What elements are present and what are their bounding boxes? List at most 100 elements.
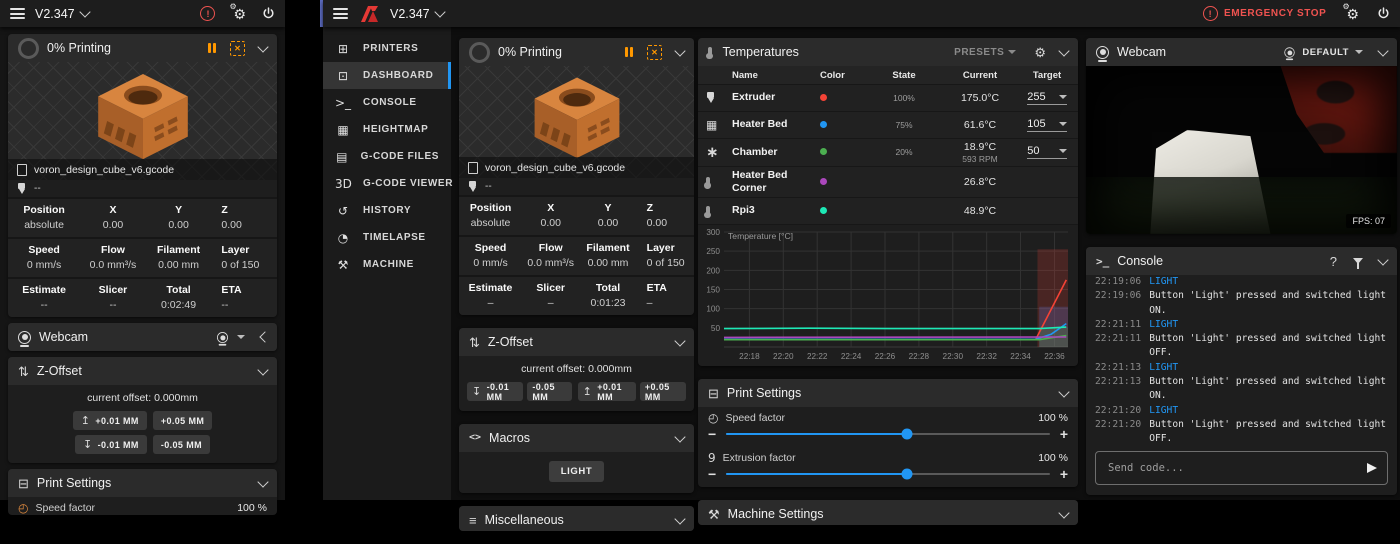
cancel-print-button[interactable]: ✕ xyxy=(647,45,662,60)
sidebar-item-icon: ▦ xyxy=(335,123,351,137)
pause-button[interactable] xyxy=(625,47,633,57)
send-code-input[interactable] xyxy=(1106,461,1359,475)
gear-icon[interactable]: ⚙ xyxy=(1034,46,1046,59)
collapse-chevron-icon[interactable] xyxy=(1377,254,1388,265)
power-icon[interactable] xyxy=(262,7,275,20)
collapse-chevron-icon[interactable] xyxy=(257,41,268,52)
sidebar-item[interactable]: >_ CONSOLE xyxy=(323,89,451,116)
collapse-chevron-icon[interactable] xyxy=(674,431,685,442)
stat-label: Position xyxy=(10,204,78,216)
presets-dropdown[interactable]: PRESETS xyxy=(954,47,1016,58)
left-app-window: V2.347 ! ⚙ 0% Printing ✕ xyxy=(0,0,285,500)
stat-value: -- xyxy=(10,299,78,311)
slider-track[interactable] xyxy=(726,433,1050,436)
emergency-stop-button[interactable]: ! EMERGENCY STOP xyxy=(1203,6,1327,21)
caret-down-icon xyxy=(1059,149,1067,153)
slider-track[interactable] xyxy=(726,473,1050,476)
console-log-line: 22:21:20 Button 'Light' pressed and swit… xyxy=(1095,418,1388,443)
z-down-large-button[interactable]: -0.05 MM xyxy=(153,435,210,454)
z-offset-icon: ⇅ xyxy=(469,336,480,349)
target-select[interactable]: 255 xyxy=(1027,91,1067,105)
z-up-large-button[interactable]: +0.05 MM xyxy=(640,382,686,401)
sidebar-item-label: G-CODE VIEWER xyxy=(363,178,453,189)
slider-thumb[interactable] xyxy=(902,429,913,440)
z-offset-icon: ⇅ xyxy=(18,365,29,378)
collapse-chevron-icon[interactable] xyxy=(1377,45,1388,56)
sidebar-item[interactable]: ◔ TIMELAPSE xyxy=(323,224,451,251)
increase-button[interactable]: + xyxy=(1060,469,1068,479)
decrease-button[interactable]: − xyxy=(708,429,716,439)
caret-down-icon[interactable] xyxy=(237,335,245,339)
series-color-dot[interactable] xyxy=(820,148,827,155)
increase-button[interactable]: + xyxy=(1060,429,1068,439)
svg-text:200: 200 xyxy=(706,266,720,275)
gear-icon[interactable]: ⚙ xyxy=(1346,7,1359,21)
sidebar-item[interactable]: ▤ G-CODE FILES xyxy=(323,143,451,170)
collapse-chevron-icon[interactable] xyxy=(674,45,685,56)
series-color-dot[interactable] xyxy=(820,178,827,185)
stat-label: Slicer xyxy=(524,282,577,294)
pause-button[interactable] xyxy=(208,43,216,53)
sidebar-item[interactable]: ⊡ DASHBOARD xyxy=(323,62,451,89)
z-up-large-button[interactable]: +0.05 MM xyxy=(153,411,212,430)
cancel-print-button[interactable]: ✕ xyxy=(230,41,245,56)
series-color-dot[interactable] xyxy=(820,121,827,128)
sidebar-item[interactable]: ↺ HISTORY xyxy=(323,197,451,224)
z-down-small-button[interactable]: ↧ -0.01 MM xyxy=(467,382,523,401)
collapse-chevron-icon[interactable] xyxy=(257,364,268,375)
webcam-icon xyxy=(18,331,31,344)
send-icon[interactable] xyxy=(1367,463,1377,473)
collapse-chevron-icon[interactable] xyxy=(257,476,268,487)
collapse-chevron-icon[interactable] xyxy=(674,513,685,524)
collapse-chevron-left-icon[interactable] xyxy=(259,331,270,342)
printer-version-select[interactable]: V2.347 xyxy=(390,7,444,21)
machine-settings-title: Machine Settings xyxy=(728,507,824,521)
z-up-small-button[interactable]: ↥ +0.01 MM xyxy=(578,382,636,401)
macros-title: Macros xyxy=(489,431,530,445)
webcam-source-select[interactable]: DEFAULT xyxy=(1283,46,1363,59)
webcam-icon xyxy=(1096,46,1109,59)
console-log-line: 22:21:11 Button 'Light' pressed and swit… xyxy=(1095,332,1388,361)
collapse-chevron-icon[interactable] xyxy=(1058,507,1069,518)
menu-icon[interactable] xyxy=(10,8,25,19)
slider-thumb[interactable] xyxy=(902,469,913,480)
webcam-title: Webcam xyxy=(1117,45,1166,59)
macro-light-button[interactable]: LIGHT xyxy=(549,461,605,482)
z-down-large-button[interactable]: -0.05 MM xyxy=(527,382,571,401)
arrow-down-bar-icon: ↧ xyxy=(472,385,482,398)
sidebar-item[interactable]: ▦ HEIGHTMAP xyxy=(323,116,451,143)
z-up-small-button[interactable]: ↥ +0.01 MM xyxy=(73,411,147,430)
series-color-dot[interactable] xyxy=(820,94,827,101)
console-log[interactable]: 22:19:06 LIGHT 22:19:06 Button 'Light' p… xyxy=(1086,275,1397,443)
svg-text:22:22: 22:22 xyxy=(807,352,828,361)
menu-icon[interactable] xyxy=(333,8,348,19)
sidebar-item[interactable]: 3D G-CODE VIEWER xyxy=(323,170,451,197)
nozzle-icon xyxy=(468,181,477,193)
decrease-button[interactable]: − xyxy=(708,469,716,479)
collapse-chevron-icon[interactable] xyxy=(1058,386,1069,397)
print-status-title: 0% Printing xyxy=(47,41,111,55)
filter-icon[interactable] xyxy=(1353,258,1363,264)
power-icon[interactable] xyxy=(1377,7,1390,20)
sidebar-item-icon: >_ xyxy=(335,96,351,110)
gcode-preview-image: voron_design_cube_v6.gcode xyxy=(459,66,694,178)
stat-value: – xyxy=(647,297,692,309)
collapse-chevron-icon[interactable] xyxy=(674,335,685,346)
collapse-chevron-icon[interactable] xyxy=(1058,45,1069,56)
emergency-stop-icon[interactable]: ! xyxy=(200,6,215,21)
series-color-dot[interactable] xyxy=(820,207,827,214)
help-icon[interactable]: ? xyxy=(1330,255,1337,268)
gear-icon[interactable]: ⚙ xyxy=(233,7,246,21)
sidebar-item[interactable]: ⊞ PRINTERS xyxy=(323,35,451,62)
sensor-icon xyxy=(706,177,710,187)
sidebar-item[interactable]: ⚒ MACHINE xyxy=(323,251,451,278)
svg-text:250: 250 xyxy=(706,247,720,256)
printer-version-select[interactable]: V2.347 xyxy=(35,7,89,21)
webcam-source-icon[interactable] xyxy=(217,331,228,342)
log-timestamp: 22:19:06 xyxy=(1095,289,1141,318)
stat-label: Y xyxy=(581,202,634,214)
log-message: LIGHT xyxy=(1149,275,1178,289)
z-down-small-button[interactable]: ↧ -0.01 MM xyxy=(75,435,147,454)
target-select[interactable]: 105 xyxy=(1027,118,1067,132)
target-select[interactable]: 50 xyxy=(1027,145,1067,159)
